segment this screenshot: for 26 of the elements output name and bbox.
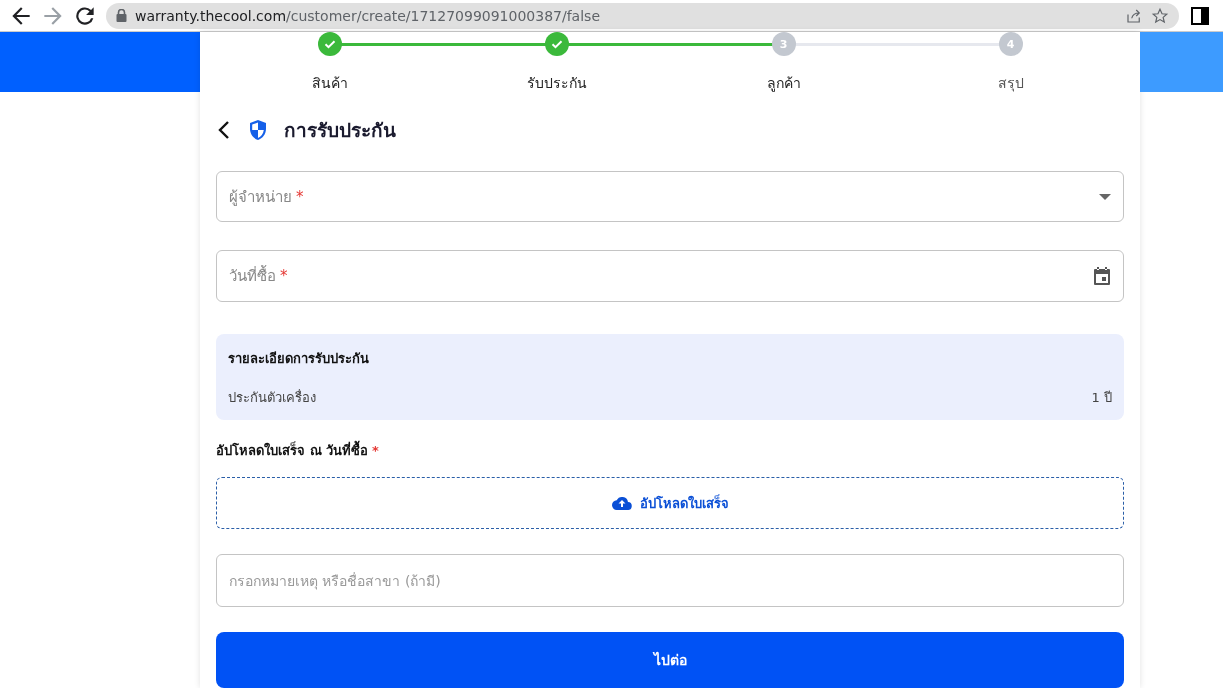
step-number: 4 — [998, 32, 1023, 56]
date-field[interactable]: วันที่ซื้อ * — [216, 250, 1124, 302]
side-panel-icon[interactable] — [1191, 6, 1209, 25]
detail-value: 1 ปี — [1091, 388, 1112, 407]
dropdown-arrow-icon — [1099, 193, 1111, 200]
next-button[interactable]: ไปต่อ — [216, 632, 1124, 688]
dropdown-field[interactable]: ผู้จำหน่าย * — [216, 170, 1124, 223]
details-title: รายละเอียดการรับประกัน — [228, 349, 370, 368]
upload-label: อัปโหลดใบเสร็จ ณ วันที่ซื้อ * — [216, 439, 380, 460]
shield-icon — [248, 118, 268, 141]
step-number: 3 — [771, 32, 796, 56]
lock-icon — [116, 9, 127, 22]
address-bar[interactable]: warranty.thecool.com/customer/create/17127099091000387/false — [106, 2, 1179, 29]
upload-cloud-icon — [611, 496, 632, 511]
step-label: ลูกค้า — [766, 74, 801, 94]
star-icon[interactable] — [1151, 6, 1169, 25]
back-icon[interactable] — [216, 118, 232, 141]
step-label: รับประกัน — [526, 74, 587, 93]
calendar-icon[interactable] — [1093, 266, 1111, 287]
url-text: warranty.thecool.com/customer/create/17127099091000387/false — [135, 7, 600, 24]
notes-field[interactable]: กรอกหมายเหตุ หรือชื่อสาขา (ถ้ามี) — [216, 554, 1124, 607]
page-title: การรับประกัน — [284, 117, 396, 143]
upload-button[interactable]: อัปโหลดใบเสร็จ — [216, 476, 1124, 530]
step-label: สรุป — [997, 74, 1024, 94]
detail-label: ประกันตัวเครื่อง — [228, 388, 316, 407]
step-label: สินค้า — [311, 74, 348, 93]
